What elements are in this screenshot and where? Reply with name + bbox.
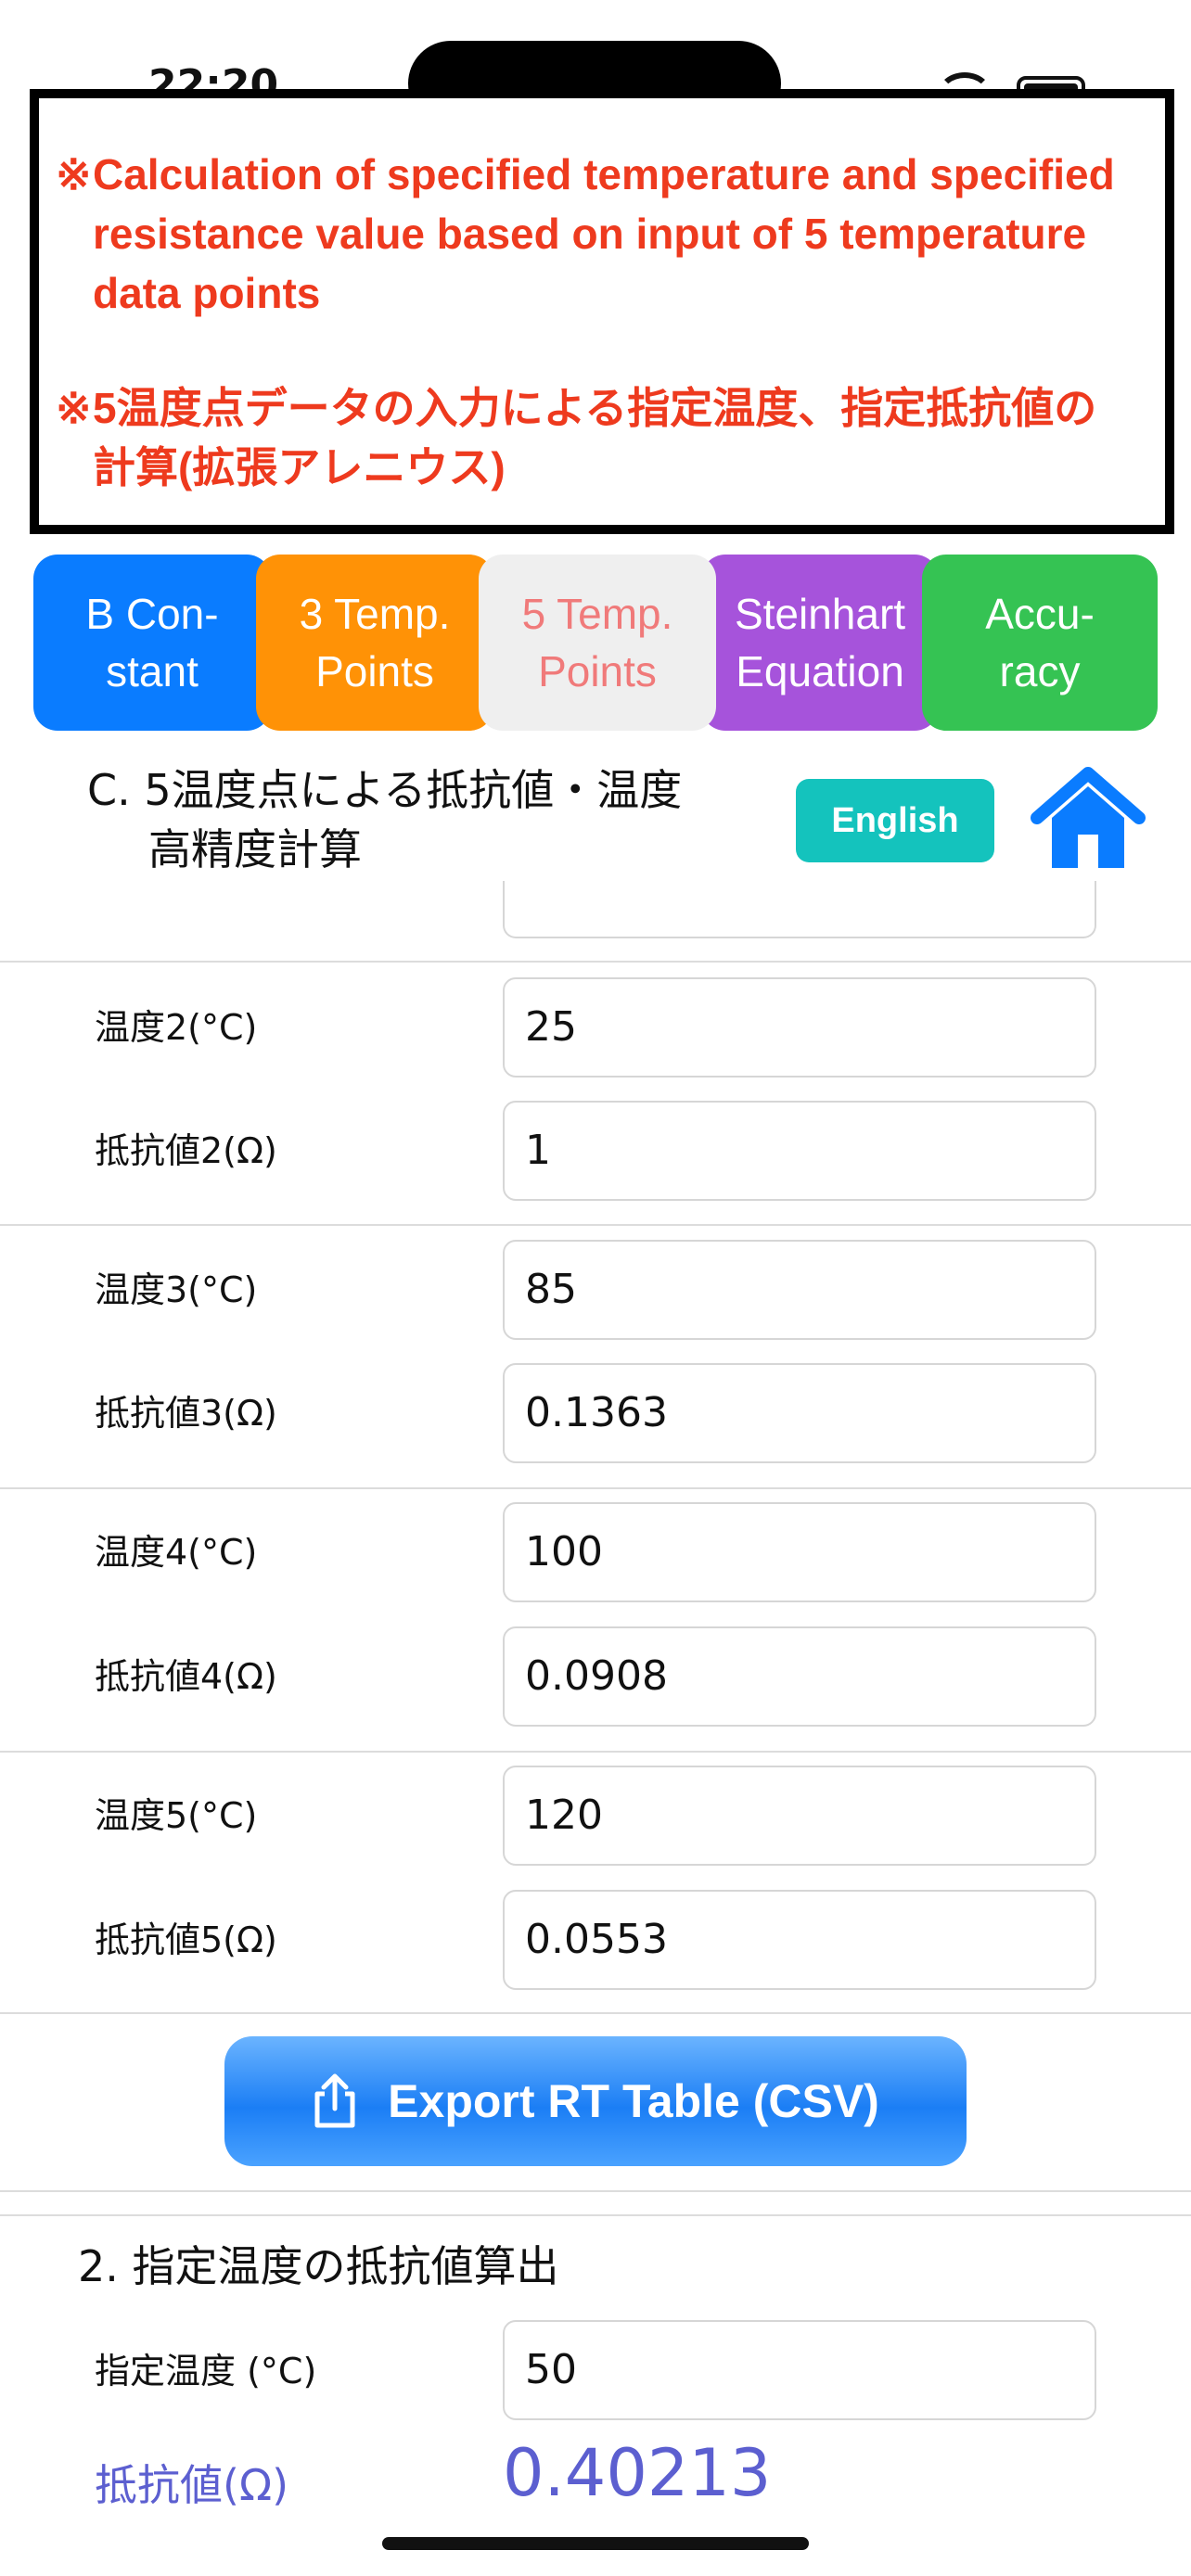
- english-button[interactable]: English: [796, 779, 994, 862]
- resistance-4-input[interactable]: 0.0908: [503, 1626, 1096, 1727]
- temperature-3-input[interactable]: 85: [503, 1240, 1096, 1340]
- resistance-result-value: 0.40213: [503, 2435, 772, 2511]
- resistance-result-label: 抵抗値(Ω): [95, 2460, 289, 2510]
- resistance-5-input[interactable]: 0.0553: [503, 1890, 1096, 1990]
- divider: [0, 1751, 1191, 1753]
- notice-english-text: Calculation of specified temperature and…: [93, 150, 1115, 317]
- export-button-label: Export RT Table (CSV): [388, 2075, 879, 2127]
- tab-b-constant[interactable]: B Con- stant: [33, 555, 271, 731]
- specified-temperature-input[interactable]: 50: [503, 2320, 1096, 2420]
- temperature-4-label: 温度4(°C): [95, 1532, 258, 1573]
- divider: [0, 2214, 1191, 2216]
- temperature-5-label: 温度5(°C): [95, 1795, 258, 1836]
- divider: [0, 1224, 1191, 1226]
- tab-5-temp-points[interactable]: 5 Temp. Points: [479, 555, 716, 731]
- tab-accuracy[interactable]: Accu- racy: [922, 555, 1158, 731]
- resistance-3-input[interactable]: 0.1363: [503, 1363, 1096, 1463]
- temperature-3-label: 温度3(°C): [95, 1269, 258, 1310]
- home-indicator: [382, 2537, 809, 2550]
- notice-japanese-text: 5温度点データの入力による指定温度、指定抵抗値の計算(拡張アレニウス): [93, 384, 1097, 491]
- resistance-4-label: 抵抗値4(Ω): [95, 1656, 277, 1697]
- notice-mark: ※: [56, 384, 92, 432]
- temperature-2-label: 温度2(°C): [95, 1007, 258, 1048]
- clipped-input[interactable]: [503, 881, 1096, 938]
- section2-title: 2. 指定温度の抵抗値算出: [78, 2241, 559, 2291]
- resistance-2-label: 抵抗値2(Ω): [95, 1130, 277, 1171]
- notice-mark: ※: [56, 150, 92, 198]
- resistance-3-label: 抵抗値3(Ω): [95, 1393, 277, 1434]
- section-title: C. 5温度点による抵抗値・温度 高精度計算: [87, 760, 755, 879]
- share-icon: [314, 2073, 355, 2128]
- section-title-line2: 高精度計算: [148, 824, 362, 874]
- resistance-2-input[interactable]: 1: [503, 1101, 1096, 1201]
- divider: [0, 961, 1191, 963]
- export-rt-table-button[interactable]: Export RT Table (CSV): [224, 2036, 967, 2166]
- temperature-5-input[interactable]: 120: [503, 1766, 1096, 1866]
- notice-japanese: ※ 5温度点データの入力による指定温度、指定抵抗値の計算(拡張アレニウス): [56, 378, 1137, 497]
- temperature-4-input[interactable]: 100: [503, 1502, 1096, 1602]
- divider: [0, 2012, 1191, 2014]
- divider: [0, 2190, 1191, 2192]
- notice-box: ※ Calculation of specified temperature a…: [30, 89, 1174, 534]
- notice-english: ※ Calculation of specified temperature a…: [56, 145, 1137, 323]
- resistance-5-label: 抵抗値5(Ω): [95, 1919, 277, 1960]
- home-icon[interactable]: [1030, 762, 1146, 874]
- specified-temperature-label: 指定温度 (°C): [95, 2351, 317, 2391]
- section-title-line1: C. 5温度点による抵抗値・温度: [87, 765, 683, 815]
- divider: [0, 1487, 1191, 1489]
- tab-steinhart-equation[interactable]: Steinhart Equation: [701, 555, 939, 731]
- temperature-2-input[interactable]: 25: [503, 977, 1096, 1078]
- tab-3-temp-points[interactable]: 3 Temp. Points: [256, 555, 493, 731]
